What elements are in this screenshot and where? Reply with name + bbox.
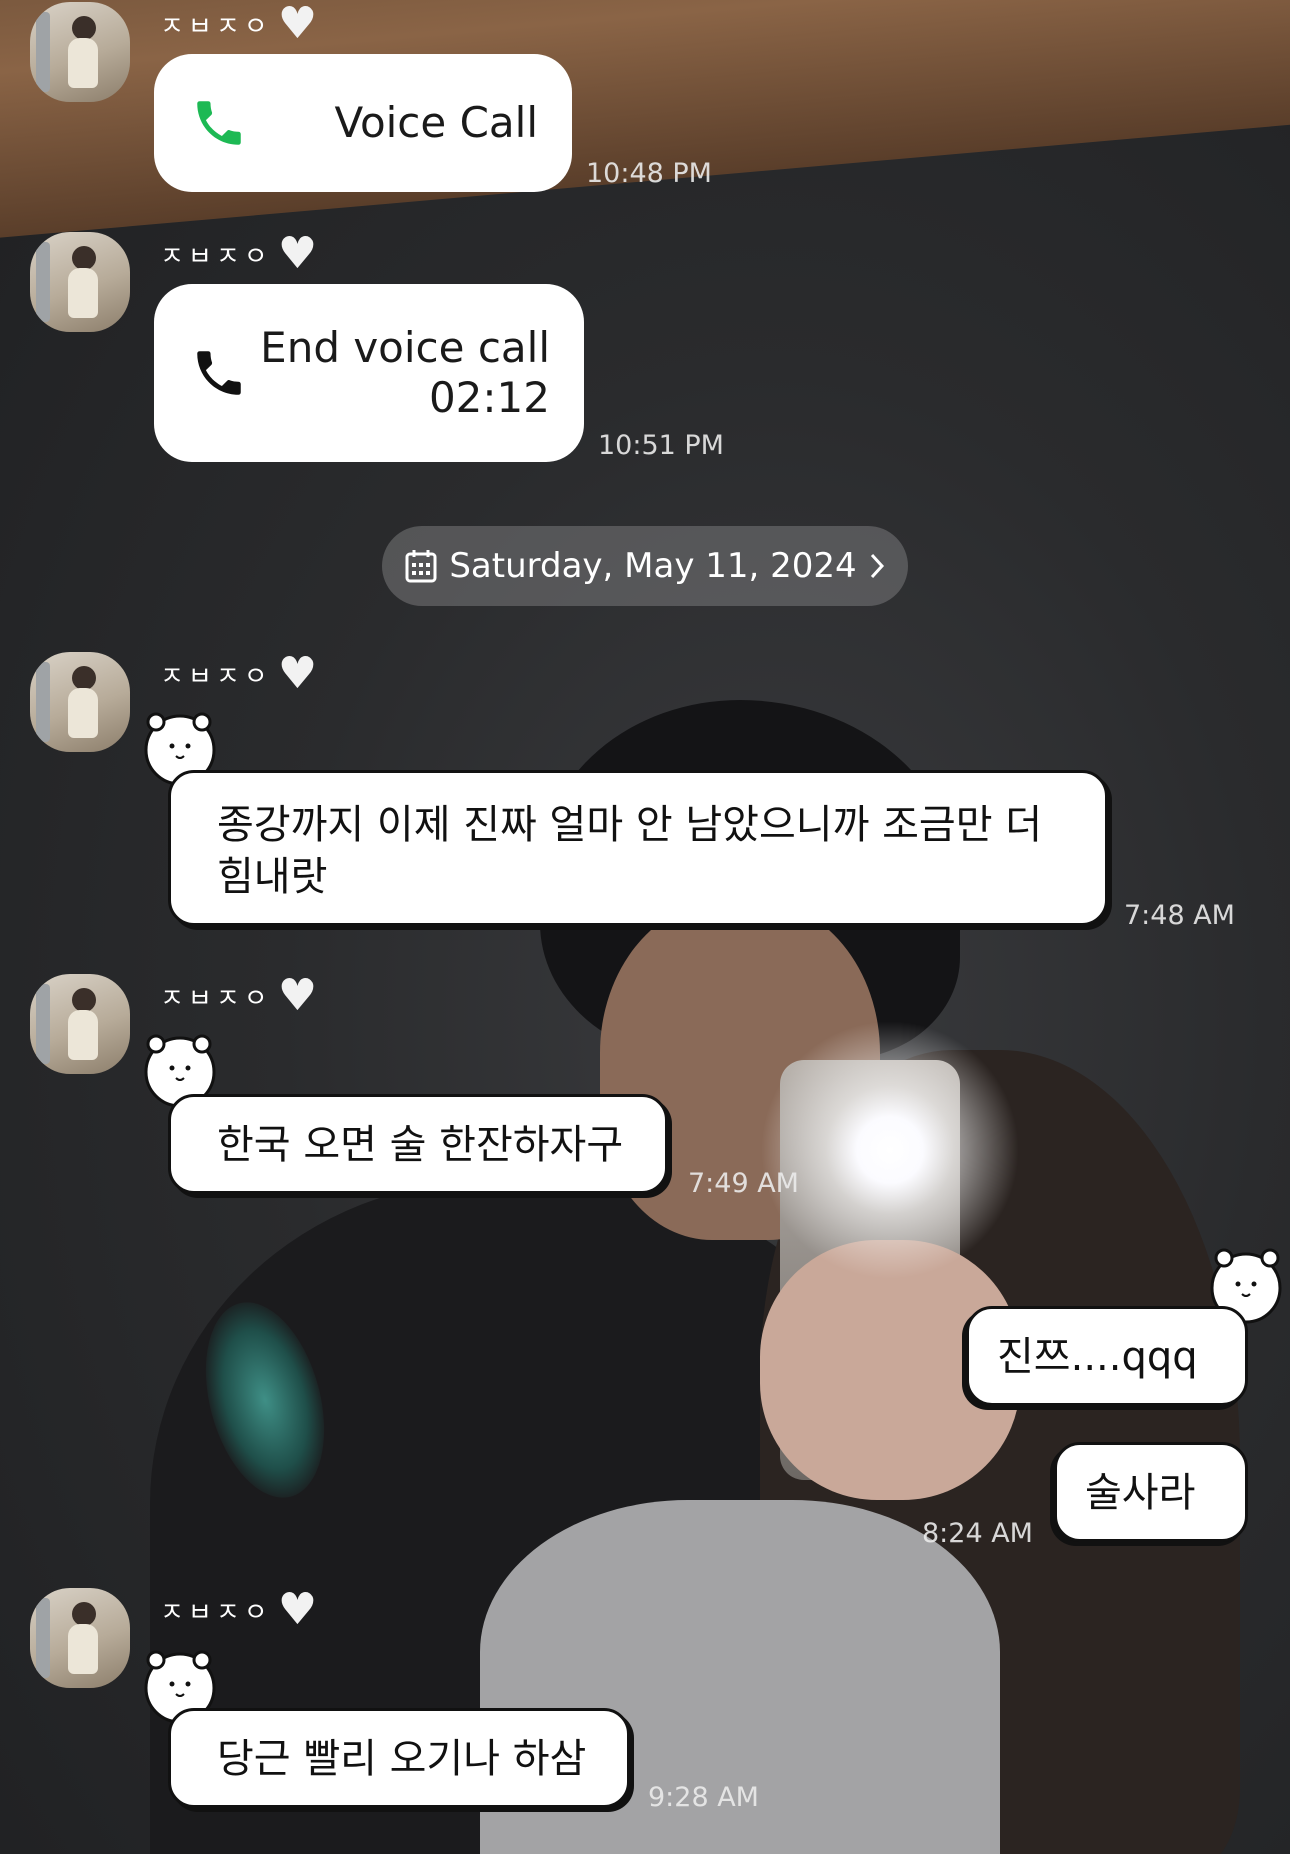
contact-avatar[interactable] [30, 2, 130, 102]
end-call-bubble[interactable]: End voice call 02:12 [154, 284, 584, 462]
call-duration: 02:12 [428, 373, 550, 422]
sender-name-label: ㅈㅂㅈㅇ [160, 11, 272, 42]
message-timestamp: 10:48 PM [586, 158, 712, 189]
date-separator[interactable]: Saturday, May 11, 2024 [382, 526, 908, 606]
message-bubble[interactable]: 당근 빨리 오기나 하삼 [168, 1708, 630, 1808]
contact-avatar[interactable] [30, 1588, 130, 1688]
message-timestamp: 9:28 AM [648, 1782, 759, 1813]
calendar-icon [405, 549, 437, 583]
sender-name: ㅈㅂㅈㅇ ♥ [160, 652, 321, 696]
sender-name: ㅈㅂㅈㅇ ♥ [160, 232, 321, 276]
message-timestamp: 7:48 AM [1124, 900, 1235, 931]
contact-avatar[interactable] [30, 232, 130, 332]
heart-icon: ♥ [277, 228, 322, 279]
sender-name-label: ㅈㅂㅈㅇ [160, 1597, 272, 1628]
message-text: 당근 빨리 오기나 하삼 [217, 1736, 587, 1782]
message-timestamp: 8:24 AM [922, 1518, 1033, 1549]
message-text: 종강까지 이제 진짜 얼마 안 남았으니까 조금만 더 힘내랏 [217, 802, 1043, 900]
sender-name-label: ㅈㅂㅈㅇ [160, 241, 272, 272]
heart-icon: ♥ [277, 970, 322, 1021]
message-text: 진쯔....qqq [997, 1334, 1198, 1380]
my-message-bubble[interactable]: 진쯔....qqq [966, 1306, 1248, 1406]
message-text: 한국 오면 술 한잔하자구 [217, 1122, 624, 1168]
sender-name: ㅈㅂㅈㅇ ♥ [160, 1588, 321, 1632]
message-timestamp: 7:49 AM [688, 1168, 799, 1199]
contact-avatar[interactable] [30, 974, 130, 1074]
call-label: End voice call [260, 322, 550, 372]
heart-icon: ♥ [277, 1584, 322, 1635]
contact-avatar[interactable] [30, 652, 130, 752]
my-message-bubble[interactable]: 술사라 [1054, 1442, 1248, 1542]
phone-icon [190, 344, 248, 402]
chevron-right-icon [869, 552, 885, 580]
sender-name: ㅈㅂㅈㅇ ♥ [160, 2, 321, 46]
call-label: Voice Call [334, 97, 538, 147]
message-bubble[interactable]: 한국 오면 술 한잔하자구 [168, 1094, 668, 1194]
heart-icon: ♥ [277, 648, 322, 699]
sender-name: ㅈㅂㅈㅇ ♥ [160, 974, 321, 1018]
chat-background-photo [0, 0, 1290, 1854]
heart-icon: ♥ [277, 0, 322, 49]
message-text: 술사라 [1085, 1470, 1196, 1516]
message-timestamp: 10:51 PM [598, 430, 724, 461]
message-bubble[interactable]: 종강까지 이제 진짜 얼마 안 남았으니까 조금만 더 힘내랏 [168, 770, 1108, 926]
voice-call-bubble[interactable]: Voice Call [154, 54, 572, 192]
sender-name-label: ㅈㅂㅈㅇ [160, 983, 272, 1014]
phone-icon [190, 94, 248, 152]
sender-name-label: ㅈㅂㅈㅇ [160, 661, 272, 692]
date-label: Saturday, May 11, 2024 [449, 546, 857, 586]
